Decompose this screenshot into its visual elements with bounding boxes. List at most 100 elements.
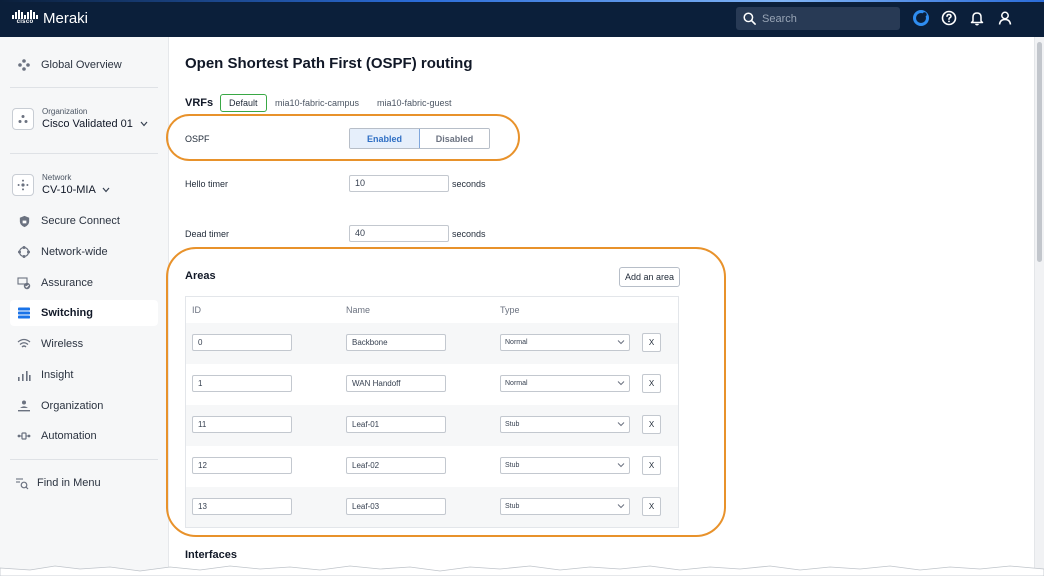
areas-table: ID Name Type 0 Backbone Normal X 1 WAN H… — [185, 296, 679, 528]
vrf-tab-campus[interactable]: mia10-fabric-campus — [275, 95, 359, 113]
area-type-select[interactable]: Normal — [500, 375, 630, 392]
notifications-icon[interactable] — [968, 9, 986, 27]
chevron-down-icon — [617, 504, 625, 509]
sidebar-item-label: Switching — [41, 307, 93, 319]
sidebar-item-network-wide[interactable]: Network-wide — [10, 239, 158, 265]
area-name-input[interactable]: WAN Handoff — [346, 375, 446, 392]
sidebar: Global Overview Organization Cisco Valid… — [0, 37, 169, 576]
sidebar-divider — [10, 153, 158, 154]
remove-area-button[interactable]: X — [642, 497, 661, 516]
area-id-input[interactable]: 11 — [192, 416, 292, 433]
automation-icon — [17, 429, 31, 443]
sidebar-divider — [10, 87, 158, 88]
remove-area-button[interactable]: X — [642, 374, 661, 393]
sidebar-item-label: Insight — [41, 369, 74, 381]
ospf-toggle[interactable]: Enabled Disabled — [349, 128, 490, 149]
interfaces-title: Interfaces — [185, 549, 237, 561]
help-icon[interactable] — [940, 9, 958, 27]
top-bar: cisco Meraki Search — [0, 0, 1044, 37]
switch-icon — [17, 306, 31, 320]
bar-chart-icon — [17, 368, 31, 382]
column-header-type: Type — [500, 305, 520, 315]
find-in-menu[interactable]: Find in Menu — [10, 470, 158, 496]
area-type-select[interactable]: Stub — [500, 416, 630, 433]
product-switcher-icon[interactable] — [912, 9, 930, 27]
chevron-down-icon — [617, 340, 625, 345]
ospf-label: OSPF — [185, 134, 210, 144]
sidebar-item-wireless[interactable]: Wireless — [10, 331, 158, 357]
sidebar-item-label: Organization — [41, 400, 104, 412]
sidebar-item-global-overview[interactable]: Global Overview — [10, 52, 158, 78]
ospf-enabled-button[interactable]: Enabled — [350, 129, 420, 148]
table-row: 12 Leaf-02 Stub X — [186, 446, 678, 487]
table-row: 0 Backbone Normal X — [186, 323, 678, 364]
area-name-input[interactable]: Leaf-02 — [346, 457, 446, 474]
remove-area-button[interactable]: X — [642, 456, 661, 475]
area-id-input[interactable]: 0 — [192, 334, 292, 351]
chevron-down-icon — [617, 381, 625, 386]
network-caption: Network — [42, 173, 72, 182]
sidebar-item-secure-connect[interactable]: Secure Connect — [10, 208, 158, 234]
remove-area-button[interactable]: X — [642, 333, 661, 352]
chevron-down-icon — [617, 463, 625, 468]
sidebar-item-automation[interactable]: Automation — [10, 423, 158, 449]
areas-title: Areas — [185, 270, 216, 282]
shield-icon — [17, 214, 31, 228]
cisco-logo-icon: cisco — [12, 8, 38, 28]
area-type-select[interactable]: Normal — [500, 334, 630, 351]
organization-icon — [17, 399, 31, 413]
find-menu-icon — [15, 476, 29, 490]
area-type-select[interactable]: Stub — [500, 498, 630, 515]
table-row: 1 WAN Handoff Normal X — [186, 364, 678, 405]
sidebar-item-label: Assurance — [41, 277, 93, 289]
area-type-select[interactable]: Stub — [500, 457, 630, 474]
chevron-down-icon — [102, 187, 110, 193]
vrfs-label: VRFs — [185, 97, 214, 109]
remove-area-button[interactable]: X — [642, 415, 661, 434]
organization-icon — [12, 108, 34, 130]
top-accent-line — [0, 0, 1044, 2]
network-icon — [12, 174, 34, 196]
area-name-input[interactable]: Leaf-03 — [346, 498, 446, 515]
scrollbar-thumb[interactable] — [1037, 42, 1042, 262]
cisco-logo-word: cisco — [16, 19, 34, 25]
network-wide-icon — [17, 245, 31, 259]
area-type-value: Stub — [505, 462, 520, 469]
search-icon — [743, 12, 756, 25]
sidebar-item-label: Network-wide — [41, 246, 108, 258]
area-name-input[interactable]: Backbone — [346, 334, 446, 351]
page-title: Open Shortest Path First (OSPF) routing — [185, 55, 473, 72]
vrf-tab-default[interactable]: Default — [220, 94, 267, 112]
sidebar-item-organization[interactable]: Organization — [10, 393, 158, 419]
network-selector[interactable]: Network CV-10-MIA — [10, 167, 158, 203]
search-placeholder: Search — [762, 12, 797, 25]
sidebar-item-label: Secure Connect — [41, 215, 120, 227]
area-id-input[interactable]: 13 — [192, 498, 292, 515]
network-name: CV-10-MIA — [42, 184, 96, 196]
user-icon[interactable] — [996, 9, 1014, 27]
organization-selector[interactable]: Organization Cisco Validated 01 — [10, 101, 158, 137]
sidebar-item-label: Wireless — [41, 338, 84, 350]
table-row: 11 Leaf-01 Stub X — [186, 405, 678, 446]
add-area-button[interactable]: Add an area — [619, 267, 680, 287]
vrf-tab-guest[interactable]: mia10-fabric-guest — [377, 95, 452, 113]
sidebar-item-switching[interactable]: Switching — [10, 300, 158, 326]
area-type-value: Stub — [505, 421, 520, 428]
area-type-value: Normal — [505, 339, 528, 346]
main-content: Open Shortest Path First (OSPF) routing … — [166, 37, 1034, 576]
dead-timer-input[interactable]: 40 — [349, 225, 449, 242]
app-name: Meraki — [43, 9, 89, 27]
column-header-id: ID — [192, 305, 201, 315]
table-header: ID Name Type — [186, 297, 678, 323]
hello-timer-unit: seconds — [452, 179, 486, 189]
area-id-input[interactable]: 1 — [192, 375, 292, 392]
hello-timer-input[interactable]: 10 — [349, 175, 449, 192]
area-name-input[interactable]: Leaf-01 — [346, 416, 446, 433]
sidebar-item-assurance[interactable]: Assurance — [10, 270, 158, 296]
ospf-disabled-button[interactable]: Disabled — [420, 129, 489, 148]
chevron-down-icon — [617, 422, 625, 427]
sidebar-item-insight[interactable]: Insight — [10, 362, 158, 388]
brand-logo[interactable]: cisco Meraki — [12, 8, 88, 28]
area-id-input[interactable]: 12 — [192, 457, 292, 474]
search-input[interactable]: Search — [736, 7, 900, 30]
